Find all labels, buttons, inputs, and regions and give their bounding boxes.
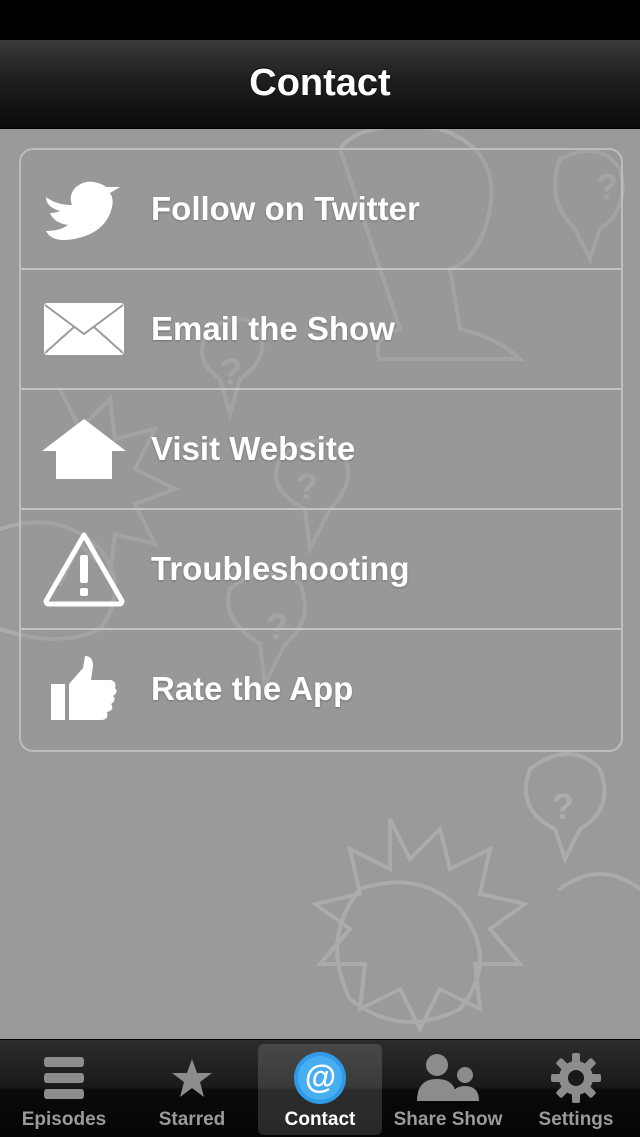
tab-contact[interactable]: @ Contact <box>256 1040 384 1137</box>
visit-website-row[interactable]: Visit Website <box>21 390 621 510</box>
tab-starred[interactable]: Starred <box>128 1040 256 1137</box>
menu-item-label: Troubleshooting <box>151 550 410 587</box>
tab-settings[interactable]: Settings <box>512 1040 640 1137</box>
svg-text:@: @ <box>304 1059 335 1095</box>
list-icon <box>24 1049 104 1107</box>
warning-icon <box>29 519 139 619</box>
menu-item-label: Follow on Twitter <box>151 190 420 227</box>
menu-item-label: Visit Website <box>151 430 356 467</box>
tab-episodes[interactable]: Episodes <box>0 1040 128 1137</box>
thumbs-up-icon <box>29 639 139 739</box>
envelope-icon <box>29 279 139 379</box>
gear-icon <box>536 1049 616 1107</box>
follow-twitter-row[interactable]: Follow on Twitter <box>21 150 621 270</box>
tab-share-show[interactable]: Share Show <box>384 1040 512 1137</box>
people-icon <box>408 1049 488 1107</box>
navigation-bar: Contact <box>0 40 640 129</box>
troubleshooting-row[interactable]: Troubleshooting <box>21 510 621 630</box>
menu-item-label: Rate the App <box>151 670 354 707</box>
contact-menu: Follow on Twitter Email the Show Visit W… <box>19 148 623 752</box>
tab-bar: Episodes Starred @ Contact Share Show Se… <box>0 1039 640 1137</box>
email-show-row[interactable]: Email the Show <box>21 270 621 390</box>
tab-label: Starred <box>158 1109 226 1130</box>
page-title: Contact <box>249 62 391 104</box>
tab-label: Contact <box>284 1109 356 1130</box>
rate-app-row[interactable]: Rate the App <box>21 630 621 748</box>
house-icon <box>29 399 139 499</box>
twitter-bird-icon <box>29 159 139 259</box>
tab-label: Share Show <box>393 1109 503 1130</box>
tab-label: Episodes <box>21 1109 107 1130</box>
svg-text:?: ? <box>552 786 574 827</box>
menu-item-label: Email the Show <box>151 310 395 347</box>
status-bar <box>0 0 640 40</box>
star-icon <box>152 1049 232 1107</box>
tab-label: Settings <box>538 1109 614 1130</box>
content-area: ? ? ? ? ? Follow on Twitter Email the Sh… <box>0 129 640 1039</box>
at-sign-icon: @ <box>280 1049 360 1107</box>
